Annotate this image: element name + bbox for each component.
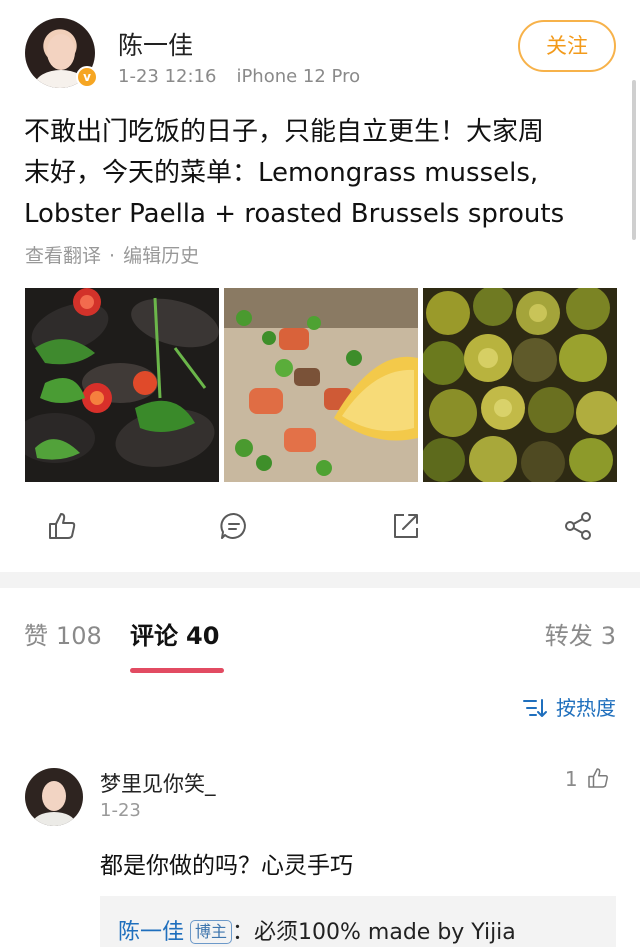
follow-button[interactable]: 关注 — [518, 20, 616, 72]
commenter-avatar[interactable] — [25, 768, 83, 826]
photo-grid — [25, 288, 617, 482]
reply-author[interactable]: 陈一佳 — [118, 920, 184, 945]
like-button[interactable] — [46, 510, 86, 546]
sort-label: 按热度 — [556, 696, 616, 720]
tab-reposts-label: 转发 — [544, 622, 593, 650]
section-divider — [0, 572, 640, 588]
paella-photo[interactable] — [224, 288, 418, 482]
author-name[interactable]: 陈一佳 — [118, 26, 193, 62]
post-meta: 1-23 12:16 iPhone 12 Pro — [118, 66, 360, 87]
translate-link[interactable]: 查看翻译 — [25, 245, 101, 267]
post-time: 1-23 12:16 — [118, 66, 217, 87]
comment-button[interactable] — [218, 510, 258, 546]
post-header: v 陈一佳 1-23 12:16 iPhone 12 Pro 关注 — [0, 0, 640, 100]
author-badge: 博主 — [190, 920, 233, 944]
avatar-face — [47, 34, 75, 70]
engagement-tabs: 赞 108 评论 40 转发 3 — [0, 604, 640, 674]
mussels-image — [25, 288, 219, 482]
tab-comments-count: 40 — [186, 622, 220, 650]
brussels-sprouts-photo[interactable] — [423, 288, 617, 482]
comment-time: 1-23 — [100, 800, 141, 821]
translate-row: 查看翻译 · 编辑历史 — [25, 241, 199, 268]
thumbs-up-icon — [49, 513, 76, 539]
post-text-line: 末好，今天的菜单：Lemongrass mussels, — [24, 158, 539, 188]
commenter-name[interactable]: 梦里见你笑_ — [100, 768, 216, 798]
reply-preview[interactable]: 陈一佳 博主 ：必须100% made by Yijia — [100, 896, 616, 947]
share-icon — [565, 512, 591, 540]
sort-by-hot-button[interactable]: 按热度 — [522, 692, 616, 721]
tab-likes[interactable]: 赞 108 — [24, 616, 102, 651]
tab-reposts-count: 3 — [600, 622, 616, 650]
commenter-shirt — [33, 812, 75, 826]
tab-comments-label: 评论 — [130, 622, 178, 650]
post-device: iPhone 12 Pro — [236, 66, 361, 87]
paella-image — [224, 288, 418, 482]
repost-icon — [394, 514, 418, 538]
mussels-photo[interactable] — [25, 288, 219, 482]
thumbs-up-icon — [588, 768, 608, 788]
post-text: 不敢出门吃饭的日子，只能自立更生！大家周 末好，今天的菜单：Lemongrass… — [24, 112, 624, 235]
sprouts-image — [423, 288, 617, 482]
share-button[interactable] — [562, 510, 602, 546]
comment-text: 都是你做的吗？心灵手巧 — [100, 853, 353, 879]
scrollbar[interactable] — [632, 80, 636, 240]
comment-icon — [220, 512, 246, 539]
comment-item: 梦里见你笑_ 1-23 1 都是你做的吗？心灵手巧 陈一佳 博主 ：必须100% m… — [0, 762, 640, 947]
reply-text: ：必须100% made by Yijia — [232, 920, 516, 945]
tab-likes-label: 赞 — [24, 622, 48, 650]
commenter-face — [42, 781, 66, 811]
sort-icon — [522, 696, 548, 720]
active-tab-indicator — [130, 668, 224, 673]
verified-badge-icon: v — [76, 66, 98, 88]
post-text-line: Lobster Paella + roasted Brussels sprout… — [24, 199, 565, 229]
comment-like-button[interactable]: 1 — [565, 766, 610, 791]
comment-like-count: 1 — [564, 767, 578, 791]
post-text-line: 不敢出门吃饭的日子，只能自立更生！大家周 — [24, 117, 545, 147]
separator-dot: · — [109, 245, 116, 267]
edit-history-link[interactable]: 编辑历史 — [123, 245, 199, 267]
tab-likes-count: 108 — [56, 622, 102, 650]
tab-comments[interactable]: 评论 40 — [130, 616, 219, 651]
tab-reposts[interactable]: 转发 3 — [545, 616, 616, 651]
repost-button[interactable] — [390, 510, 430, 546]
action-bar — [0, 500, 640, 556]
